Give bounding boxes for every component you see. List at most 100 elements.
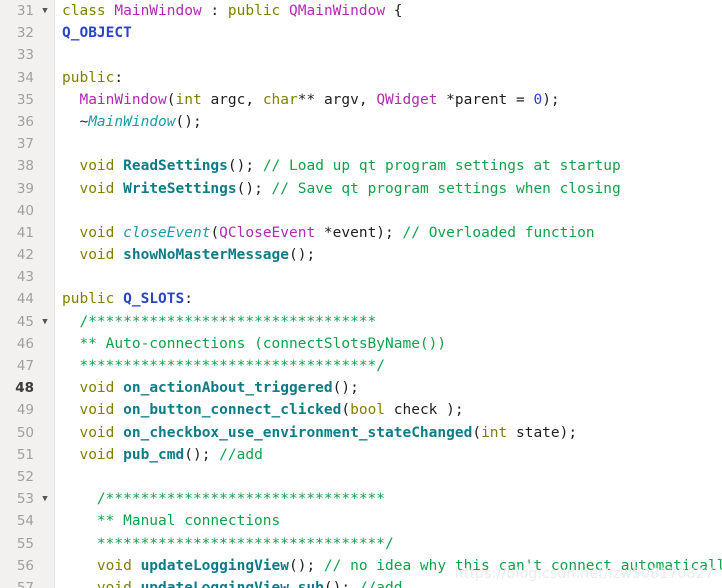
token-plain: );	[542, 91, 560, 108]
code-line[interactable]: 48 void on_actionAbout_triggered();	[0, 377, 722, 399]
code-line[interactable]: 42 void showNoMasterMessage();	[0, 244, 722, 266]
code-line[interactable]: 47 **********************************/	[0, 355, 722, 377]
token-kw: void	[79, 402, 115, 419]
code-line[interactable]: 32 Q_OBJECT	[0, 22, 722, 44]
token-plain: ~	[62, 113, 89, 130]
token-fn: on_checkbox_use_environment_stateChanged	[123, 424, 473, 441]
token-plain: ();	[289, 247, 316, 264]
code-line[interactable]: 53 ▼ /********************************	[0, 488, 722, 510]
token-plain: state);	[507, 424, 578, 441]
code-content-area[interactable]: 31 ▼ class MainWindow : public QMainWindow…	[0, 0, 722, 588]
token-plain: ();	[323, 579, 359, 588]
code-line[interactable]: 49 void on_button_connect_clicked(bool c…	[0, 399, 722, 421]
code-line[interactable]: 54 ** Manual connections	[0, 510, 722, 532]
token-cmt: /*********************************	[79, 313, 377, 330]
line-number: 45	[16, 313, 34, 330]
code-line[interactable]: 37	[0, 133, 722, 155]
token-cmt: ** Manual connections	[96, 513, 281, 530]
token-plain: ();	[184, 446, 220, 463]
code-text: void on_checkbox_use_environment_stateCh…	[62, 422, 577, 444]
code-text: **********************************/	[62, 355, 385, 377]
code-text: void pub_cmd(); //add	[62, 444, 263, 466]
line-number: 35	[16, 91, 34, 108]
line-number: 37	[16, 136, 34, 153]
code-text: Q_OBJECT	[62, 22, 132, 44]
token-type: MainWindow	[79, 91, 167, 108]
code-line[interactable]: 40	[0, 200, 722, 222]
line-number: 47	[16, 358, 34, 374]
token-kw: void	[96, 557, 132, 574]
token-kw: void	[79, 380, 115, 397]
token-kw: public	[227, 3, 281, 19]
code-text: void updateLoggingView_sub(); //add	[62, 577, 403, 588]
code-line[interactable]: 44 public Q_SLOTS:	[0, 288, 722, 310]
token-type: MainWindow	[114, 3, 202, 19]
code-text: MainWindow(int argc, char** argv, QWidge…	[62, 89, 560, 111]
token-plain: ();	[236, 180, 272, 197]
watermark-url: https://blog.csdn.net/lzw508170827	[454, 566, 714, 582]
token-fn: WriteSettings	[123, 180, 237, 197]
token-cmt: // Save qt program settings when closing	[271, 180, 621, 197]
code-line[interactable]: 33	[0, 44, 722, 66]
token-kw: void	[79, 224, 115, 241]
line-number: 32	[16, 25, 34, 42]
code-line[interactable]: 34 public:	[0, 67, 722, 89]
code-line[interactable]: 38 void ReadSettings(); // Load up qt pr…	[0, 155, 722, 177]
code-text: ** Auto-connections (connectSlotsByName(…	[62, 333, 446, 355]
code-text: void ReadSettings(); // Load up qt progr…	[62, 155, 620, 177]
code-line[interactable]: 50 void on_checkbox_use_environment_stat…	[0, 422, 722, 444]
code-text: class MainWindow : public QMainWindow {	[62, 0, 403, 22]
token-cmt: //add	[358, 579, 403, 588]
code-line[interactable]: 35 MainWindow(int argc, char** argv, QWi…	[0, 89, 722, 111]
code-line[interactable]: 39 void WriteSettings(); // Save qt prog…	[0, 178, 722, 200]
code-line[interactable]: 55 *********************************/	[0, 533, 722, 555]
token-cmt: **********************************/	[79, 358, 386, 374]
code-line[interactable]: 41 void closeEvent(QCloseEvent *event); …	[0, 222, 722, 244]
code-text: /********************************	[62, 488, 385, 510]
code-line[interactable]: 45 ▼ /*********************************	[0, 311, 722, 333]
token-kw: public	[62, 69, 115, 86]
line-number: 52	[16, 468, 34, 485]
code-line[interactable]: 31 ▼ class MainWindow : public QMainWindow…	[0, 0, 722, 22]
token-plain: ();	[288, 557, 324, 574]
line-number: 46	[16, 335, 34, 352]
token-kw: int	[481, 424, 508, 441]
token-plain: :	[201, 3, 228, 19]
line-number: 38	[16, 158, 34, 175]
token-kw: void	[79, 424, 115, 441]
token-fni: closeEvent	[123, 224, 211, 241]
code-line[interactable]: 52	[0, 466, 722, 488]
token-plain: ();	[175, 113, 202, 130]
line-number: 39	[16, 180, 34, 197]
token-cmt: //add	[219, 446, 263, 463]
code-text: void on_actionAbout_triggered();	[62, 377, 358, 399]
token-num: 0	[533, 91, 543, 108]
line-number: 36	[16, 113, 34, 130]
code-line[interactable]: 36 ~MainWindow();	[0, 111, 722, 133]
token-macro: Q_SLOTS	[123, 291, 185, 308]
code-line[interactable]: 46 ** Auto-connections (connectSlotsByNa…	[0, 333, 722, 355]
code-line[interactable]: 51 void pub_cmd(); //add	[0, 444, 722, 466]
fold-collapse-icon[interactable]: ▼	[38, 488, 52, 510]
code-editor[interactable]: 31 ▼ class MainWindow : public QMainWindow…	[0, 0, 722, 588]
fold-collapse-icon[interactable]: ▼	[38, 311, 52, 333]
token-plain: ** argv,	[297, 91, 377, 108]
token-plain: (	[341, 402, 351, 419]
code-line[interactable]: 43	[0, 266, 722, 288]
fold-collapse-icon[interactable]: ▼	[38, 0, 52, 22]
